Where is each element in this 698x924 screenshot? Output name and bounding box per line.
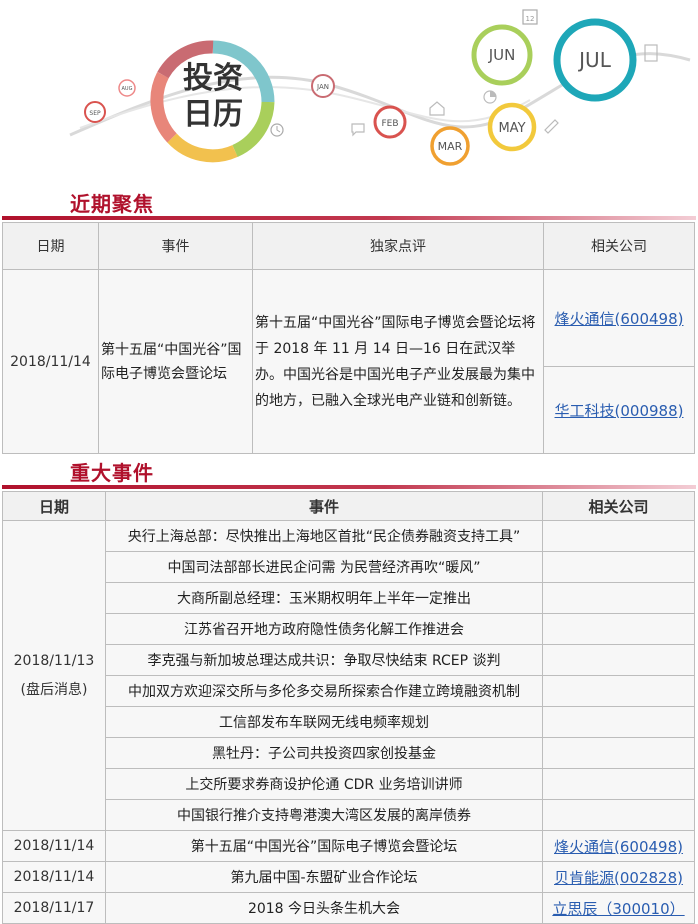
event-item: 2018 今日头条生机大会 <box>105 892 543 924</box>
header-date: 日期 <box>2 491 106 521</box>
month-jan-icon: JAN <box>311 74 335 98</box>
event-item: 央行上海总部：尽快推出上海地区首批“民企债券融资支持工具” <box>105 520 543 552</box>
major-header-row: 日期 事件 相关公司 <box>2 491 695 521</box>
banner-graphic: 投资 日历 SEP AUG JAN FEB MAR MAY JUN JUL 12 <box>69 9 691 166</box>
section-divider <box>2 485 696 489</box>
logo-text-line2: 日历 <box>183 97 243 132</box>
table-row: 黑牡丹：子公司共投资四家创投基金 <box>3 737 695 769</box>
svg-text:MAR: MAR <box>438 140 463 153</box>
svg-text:JUL: JUL <box>577 48 612 72</box>
company-cell <box>542 675 695 707</box>
event-item: 中国银行推介支持粤港澳大湾区发展的离岸债券 <box>105 799 543 831</box>
company-link-fiberhome[interactable]: 烽火通信(600498) <box>543 269 695 367</box>
group-date: 2018/11/13 <box>13 652 95 669</box>
svg-text:SEP: SEP <box>89 110 101 117</box>
month-aug-icon: AUG <box>118 79 136 97</box>
calendar-icon: 12 <box>522 9 538 25</box>
company-link-lanxum[interactable]: 立思辰（300010） <box>542 892 695 924</box>
company-cell <box>542 551 695 583</box>
company-cell <box>542 520 695 552</box>
event-item: 中加双方欢迎深交所与多伦多交易所探索合作建立跨境融资机制 <box>105 675 543 707</box>
focus-table: 日期 事件 独家点评 相关公司 2018/11/14 第十五届“中国光谷”国际电… <box>2 222 695 454</box>
table-row: 2018/11/13 (盘后消息) 央行上海总部：尽快推出上海地区首批“民企债券… <box>2 520 695 831</box>
company-cell <box>542 768 695 800</box>
event-item: 上交所要求券商设护伦通 CDR 业务培训讲师 <box>105 768 543 800</box>
header-company: 相关公司 <box>542 491 695 521</box>
company-cell <box>542 613 695 645</box>
company-cell <box>542 737 695 769</box>
event-item: 大商所副总经理：玉米期权明年上半年一定推出 <box>105 582 543 614</box>
svg-text:FEB: FEB <box>381 119 398 129</box>
month-may-icon: MAY <box>487 102 537 152</box>
header-comment: 独家点评 <box>252 222 544 270</box>
pencil-icon <box>544 119 559 134</box>
focus-section-title: 近期聚焦 <box>70 192 154 216</box>
header-event: 事件 <box>98 222 253 270</box>
table-row: 2018/11/14 第九届中国-东盟矿业合作论坛 贝肯能源(002828) <box>2 861 695 893</box>
section-divider <box>2 216 696 220</box>
table-row: 中国银行推介支持粤港澳大湾区发展的离岸债券 <box>3 799 695 831</box>
major-section-title: 重大事件 <box>70 461 154 485</box>
row-date: 2018/11/14 <box>2 830 106 862</box>
month-jun-icon: JUN <box>471 24 533 86</box>
event-item: 第九届中国-东盟矿业合作论坛 <box>105 861 543 893</box>
company-cell <box>542 582 695 614</box>
major-section-header: 重大事件 <box>0 455 698 489</box>
table-row: 2018/11/14 第十五届“中国光谷”国际电子博览会暨论坛 烽火通信(600… <box>2 830 695 862</box>
svg-text:JUN: JUN <box>488 46 516 64</box>
table-row: 江苏省召开地方政府隐性债务化解工作推进会 <box>3 613 695 645</box>
table-row: 中国司法部部长进民企问需 为民营经济再吹“暖风” <box>3 551 695 583</box>
chat-icon <box>351 123 365 137</box>
focus-row: 2018/11/14 第十五届“中国光谷”国际电子博览会暨论坛 第十五届“中国光… <box>2 269 695 454</box>
group-note: (盘后消息) <box>20 681 88 698</box>
major-events-table: 日期 事件 相关公司 2018/11/13 (盘后消息) 央行上海总部：尽快推出… <box>2 491 695 924</box>
svg-text:12: 12 <box>526 15 535 23</box>
svg-text:AUG: AUG <box>122 86 133 92</box>
month-jul-icon: JUL <box>553 18 637 102</box>
month-mar-icon: MAR <box>430 126 470 166</box>
clock-icon <box>270 123 284 137</box>
focus-comment: 第十五届“中国光谷”国际电子博览会暨论坛将于 2018 年 11 月 14 日—… <box>252 269 544 454</box>
company-link-fiberhome[interactable]: 烽火通信(600498) <box>542 830 695 862</box>
table-row: 2018/11/17 2018 今日头条生机大会 立思辰（300010） <box>2 892 695 924</box>
table-row: 中加双方欢迎深交所与多伦多交易所探索合作建立跨境融资机制 <box>3 675 695 707</box>
house-icon <box>429 101 445 116</box>
month-sep-icon: SEP <box>84 101 106 123</box>
focus-section-header: 近期聚焦 <box>0 186 698 220</box>
svg-text:JAN: JAN <box>316 83 329 91</box>
event-item: 江苏省召开地方政府隐性债务化解工作推进会 <box>105 613 543 645</box>
calendar-banner: 投资 日历 SEP AUG JAN FEB MAR MAY JUN JUL 12 <box>0 0 698 175</box>
company-link-hgtech[interactable]: 华工科技(000988) <box>543 366 695 454</box>
event-item: 工信部发布车联网无线电频率规划 <box>105 706 543 738</box>
event-item: 李克强与新加坡总理达成共识：争取尽快结束 RCEP 谈判 <box>105 644 543 676</box>
table-row: 上交所要求券商设护伦通 CDR 业务培训讲师 <box>3 768 695 800</box>
svg-text:MAY: MAY <box>498 121 525 136</box>
company-link-beiken[interactable]: 贝肯能源(002828) <box>542 861 695 893</box>
focus-event: 第十五届“中国光谷”国际电子博览会暨论坛 <box>98 269 253 454</box>
header-event: 事件 <box>105 491 543 521</box>
event-item: 中国司法部部长进民企问需 为民营经济再吹“暖风” <box>105 551 543 583</box>
focus-header-row: 日期 事件 独家点评 相关公司 <box>2 222 695 270</box>
month-feb-icon: FEB <box>373 105 407 139</box>
table-row: 工信部发布车联网无线电频率规划 <box>3 706 695 738</box>
row-date: 2018/11/17 <box>2 892 106 924</box>
logo-text-line1: 投资 <box>183 61 243 96</box>
table-row: 大商所副总经理：玉米期权明年上半年一定推出 <box>3 582 695 614</box>
event-item: 第十五届“中国光谷”国际电子博览会暨论坛 <box>105 830 543 862</box>
table-row: 李克强与新加坡总理达成共识：争取尽快结束 RCEP 谈判 <box>3 644 695 676</box>
row-date: 2018/11/14 <box>2 861 106 893</box>
header-date: 日期 <box>2 222 99 270</box>
header-companies: 相关公司 <box>543 222 695 270</box>
event-item: 黑牡丹：子公司共投资四家创投基金 <box>105 737 543 769</box>
company-cell <box>542 644 695 676</box>
pie-chart-icon <box>483 90 497 104</box>
company-cell <box>542 799 695 831</box>
company-cell <box>542 706 695 738</box>
group-date-cell: 2018/11/13 (盘后消息) <box>2 520 106 831</box>
focus-date: 2018/11/14 <box>2 269 99 454</box>
